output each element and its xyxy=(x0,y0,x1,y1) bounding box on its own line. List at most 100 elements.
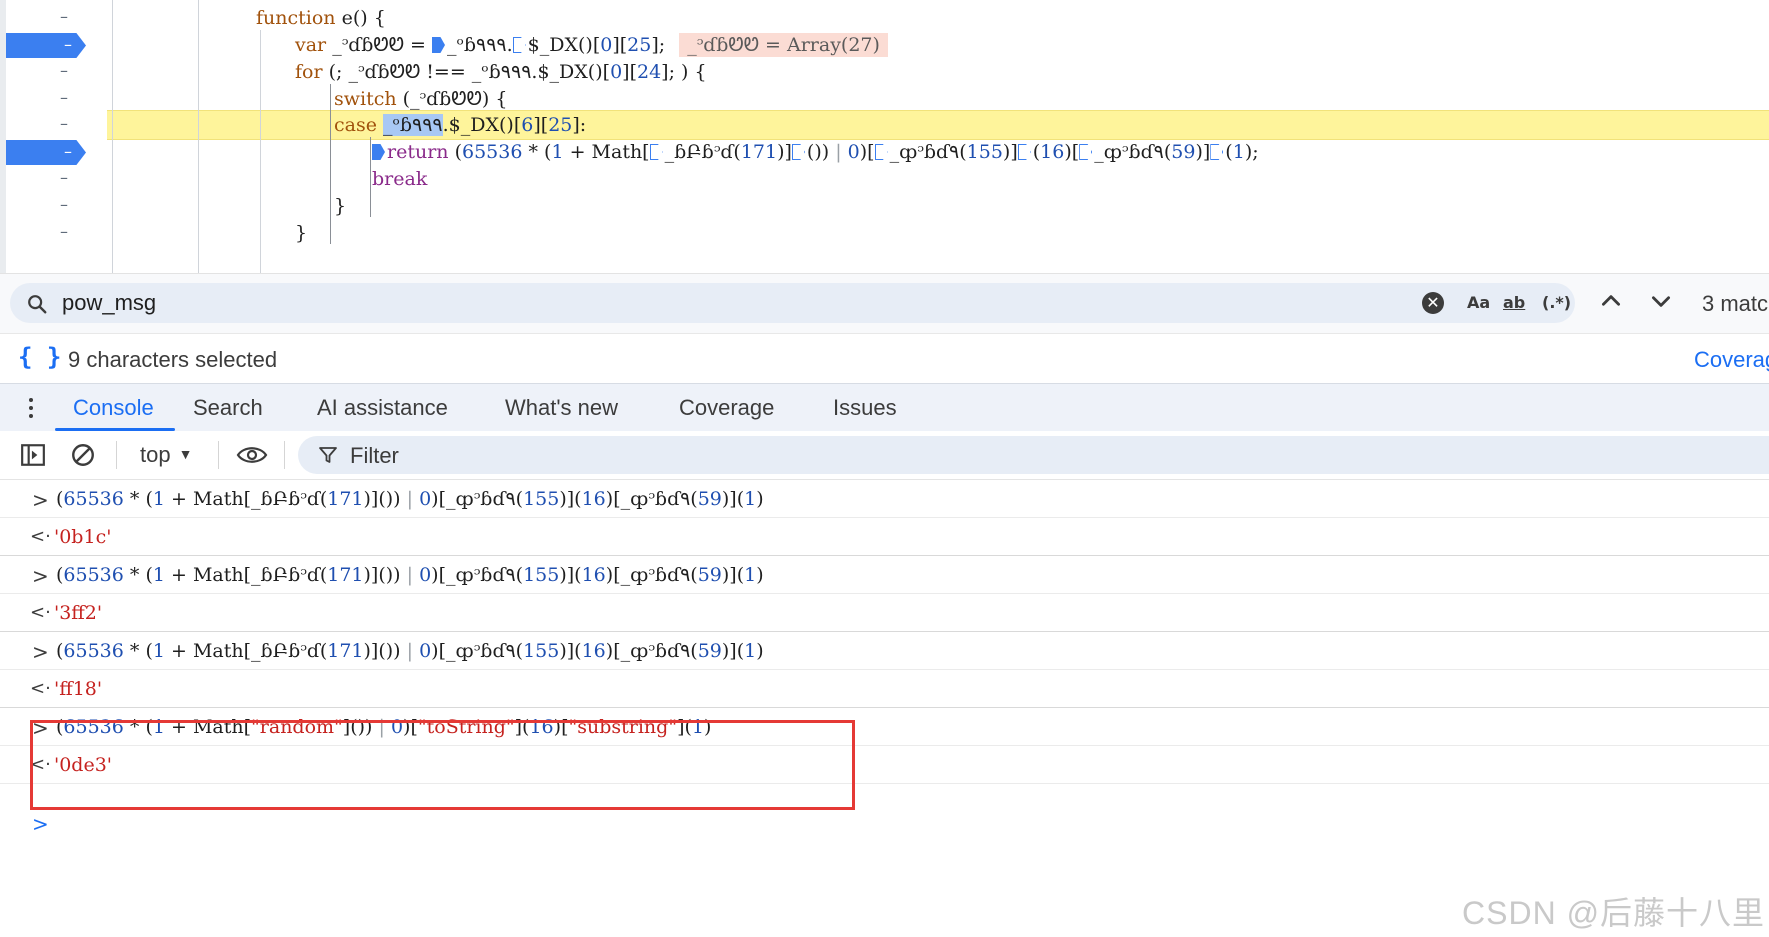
more-options-icon[interactable] xyxy=(28,396,34,420)
console-prompt-icon[interactable]: > xyxy=(32,812,49,836)
code-keyword: break xyxy=(372,168,428,190)
code-line[interactable]: – for (; _ᵓɗɓᏬᏬ !== _ᵒɓ٩٩٩.$_DX()[0][24]… xyxy=(0,57,1769,87)
input-prompt-icon: > xyxy=(32,564,49,588)
tab-ai-assistance[interactable]: AI assistance xyxy=(317,395,448,421)
regex-toggle[interactable]: (.*) xyxy=(1542,293,1571,312)
inline-breakpoint-icon[interactable] xyxy=(512,37,526,53)
line-number-marker[interactable]: – xyxy=(60,88,68,107)
code-line[interactable]: – } xyxy=(0,218,1769,248)
code-text: .$_DX()[ xyxy=(442,114,522,136)
inline-breakpoint-icon[interactable] xyxy=(791,144,805,160)
console-input-row[interactable]: > (65536 * (1 + Math[_ɓԲɓᵓɗ(171)]()) | 0… xyxy=(0,480,1769,518)
clear-console-icon[interactable] xyxy=(70,442,96,468)
code-keyword: var xyxy=(295,34,327,56)
breakpoint-marker[interactable]: – xyxy=(6,33,86,58)
line-number-marker[interactable]: – xyxy=(60,114,68,133)
console-input-row[interactable]: > (65536 * (1 + Math[_ɓԲɓᵓɗ(171)]()) | 0… xyxy=(0,632,1769,670)
search-box[interactable]: ✕ Aa ab (.*) xyxy=(10,283,1575,323)
code-text: (_ᵓɗɓᏬᏬ) { xyxy=(396,88,508,110)
console-input-code: (65536 * (1 + Math[_ɓԲɓᵓɗ(171)]()) | 0)[… xyxy=(56,640,764,662)
code-number: 0 xyxy=(610,61,623,83)
line-number-marker[interactable]: – xyxy=(60,61,68,80)
context-selector[interactable]: top ▼ xyxy=(140,442,192,468)
code-number: 59 xyxy=(1171,141,1196,163)
code-text: _ȹᵓɓɗ٩( xyxy=(889,141,967,163)
source-editor[interactable]: – function e() { – var _ᵓɗɓᏬᏬ = _ᵒɓ٩٩٩. $… xyxy=(0,0,1769,273)
filter-input[interactable] xyxy=(350,443,950,469)
tab-coverage[interactable]: Coverage xyxy=(679,395,774,421)
line-number-marker: – xyxy=(64,35,72,54)
tab-search[interactable]: Search xyxy=(193,395,263,421)
line-number-marker[interactable]: – xyxy=(60,222,68,241)
line-number-marker[interactable]: – xyxy=(60,7,68,26)
inline-breakpoint-icon[interactable] xyxy=(874,144,888,160)
line-number-marker[interactable]: – xyxy=(60,195,68,214)
code-number: 25 xyxy=(548,114,573,136)
code-text: )[ xyxy=(1064,141,1080,163)
coverage-link[interactable]: Coverag xyxy=(1694,347,1769,373)
output-prompt-icon: <· xyxy=(30,754,51,775)
indent-guide xyxy=(198,0,199,273)
code-text: _ȹᵓɓɗ٩( xyxy=(1094,141,1172,163)
code-text: ][ xyxy=(612,34,628,56)
code-text: $_DX()[ xyxy=(527,34,601,56)
inline-breakpoint-icon[interactable] xyxy=(1210,144,1224,160)
execution-line[interactable]: – case _ᵒɓ٩٩٩.$_DX()[6][25]: xyxy=(0,110,1769,140)
code-keyword: return xyxy=(387,141,449,163)
line-number-marker[interactable]: – xyxy=(60,168,68,187)
console-result-value: '3ff2' xyxy=(54,602,103,624)
eye-icon[interactable] xyxy=(236,442,268,468)
line-number-marker: – xyxy=(64,142,72,161)
tab-issues[interactable]: Issues xyxy=(833,395,897,421)
selection-status: 9 characters selected xyxy=(68,347,278,372)
code-text: ); xyxy=(1244,141,1259,163)
filter-box[interactable] xyxy=(298,436,1769,474)
code-line[interactable]: – return (65536 * (1 + Math[_ɓԲɓᵓɗ(171)]… xyxy=(0,137,1769,167)
inline-breakpoint-icon[interactable] xyxy=(1017,144,1031,160)
whole-word-toggle[interactable]: ab xyxy=(1503,293,1525,312)
breakpoint-marker[interactable]: – xyxy=(6,140,86,165)
console-result-value: '0de3' xyxy=(54,754,113,776)
console-input-row[interactable]: > (65536 * (1 + Math[_ɓԲɓᵓɗ(171)]()) | 0… xyxy=(0,556,1769,594)
console-input-row[interactable]: > (65536 * (1 + Math["random"]()) | 0)["… xyxy=(0,708,1769,746)
sidebar-toggle-icon[interactable] xyxy=(20,442,46,468)
clear-search-icon[interactable]: ✕ xyxy=(1422,292,1444,314)
output-prompt-icon: <· xyxy=(30,678,51,699)
inline-breakpoint-icon[interactable] xyxy=(432,37,445,53)
chevron-down-icon[interactable] xyxy=(1648,288,1674,314)
console-result-row[interactable]: <· '0b1c' xyxy=(0,518,1769,556)
code-text: ]; xyxy=(651,34,666,56)
console-output[interactable]: > (65536 * (1 + Math[_ɓԲɓᵓɗ(171)]()) | 0… xyxy=(0,480,1769,937)
pretty-print-icon[interactable]: { } xyxy=(18,343,61,371)
inline-breakpoint-icon[interactable] xyxy=(372,144,385,160)
code-text: ]: xyxy=(572,114,587,136)
inline-breakpoint-icon[interactable] xyxy=(1079,144,1093,160)
indent-guide xyxy=(370,137,371,217)
tab-whats-new[interactable]: What's new xyxy=(505,395,618,421)
search-bar: ✕ Aa ab (.*) 3 matc xyxy=(0,273,1769,334)
code-line[interactable]: – var _ᵓɗɓᏬᏬ = _ᵒɓ٩٩٩. $_DX()[0][25]; _ᵓɗɓ… xyxy=(0,30,1769,60)
context-value: top xyxy=(140,442,171,467)
console-result-row[interactable]: <· 'ff18' xyxy=(0,670,1769,708)
inline-breakpoint-icon[interactable] xyxy=(649,144,663,160)
output-prompt-icon: <· xyxy=(30,602,51,623)
code-line[interactable]: – } xyxy=(0,191,1769,221)
code-text: ][ xyxy=(622,61,637,83)
code-text: ]; ) { xyxy=(661,61,707,83)
code-text: )] xyxy=(777,141,792,163)
tab-console[interactable]: Console xyxy=(73,395,154,421)
console-input-code: (65536 * (1 + Math[_ɓԲɓᵓɗ(171)]()) | 0)[… xyxy=(56,564,764,586)
chevron-up-icon[interactable] xyxy=(1598,288,1624,314)
search-input[interactable] xyxy=(62,289,962,317)
toolbar-divider xyxy=(218,441,219,469)
indent-guide xyxy=(112,0,113,273)
code-number: 65536 xyxy=(461,141,523,163)
console-result-row[interactable]: <· '0de3' xyxy=(0,746,1769,784)
match-case-toggle[interactable]: Aa xyxy=(1467,293,1490,312)
code-number: 0 xyxy=(847,141,860,163)
code-number: 24 xyxy=(636,61,662,83)
code-line[interactable]: – function e() { xyxy=(0,3,1769,33)
code-line[interactable]: – break xyxy=(0,164,1769,194)
indent-guide xyxy=(330,84,331,244)
console-result-row[interactable]: <· '3ff2' xyxy=(0,594,1769,632)
